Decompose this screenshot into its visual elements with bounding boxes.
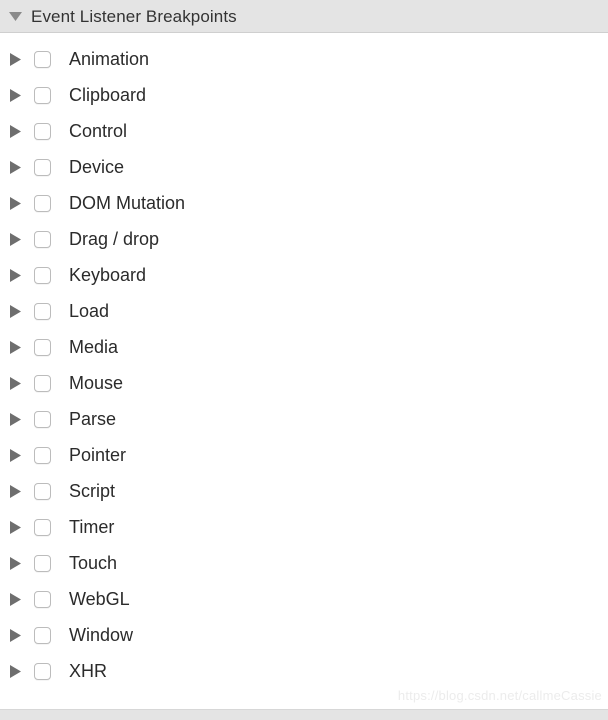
triangle-right-icon[interactable] [10, 52, 21, 66]
triangle-right-icon[interactable] [10, 268, 21, 282]
triangle-right-icon[interactable] [10, 448, 21, 462]
list-item[interactable]: WebGL [0, 581, 608, 617]
checkbox-unchecked-icon[interactable] [34, 86, 51, 104]
triangle-right-icon[interactable] [10, 124, 21, 138]
list-item-label: Control [69, 121, 128, 141]
triangle-right-icon[interactable] [10, 196, 21, 210]
checkbox-unchecked-icon[interactable] [34, 482, 51, 500]
list-item-label: Parse [69, 409, 117, 429]
event-listener-breakpoints-panel: Event Listener Breakpoints Animation Cli… [0, 0, 608, 720]
list-item[interactable]: Control [0, 113, 608, 149]
list-item-label: Animation [69, 49, 150, 69]
checkbox-unchecked-icon[interactable] [34, 410, 51, 428]
checkbox-unchecked-icon[interactable] [34, 518, 51, 536]
checkbox-unchecked-icon[interactable] [34, 158, 51, 176]
list-item-label: Device [69, 157, 125, 177]
checkbox-unchecked-icon[interactable] [34, 230, 51, 248]
list-item-label: Media [69, 337, 119, 357]
checkbox-unchecked-icon[interactable] [34, 626, 51, 644]
list-item-label: Window [69, 625, 134, 645]
triangle-right-icon[interactable] [10, 628, 21, 642]
list-item[interactable]: Parse [0, 401, 608, 437]
list-item[interactable]: Timer [0, 509, 608, 545]
list-item[interactable]: Animation [0, 41, 608, 77]
list-item-label: Timer [69, 517, 115, 537]
checkbox-unchecked-icon[interactable] [34, 662, 51, 680]
list-item-label: XHR [69, 661, 108, 681]
list-item[interactable]: Mouse [0, 365, 608, 401]
list-item[interactable]: Pointer [0, 437, 608, 473]
triangle-right-icon[interactable] [10, 484, 21, 498]
breakpoint-category-list: Animation Clipboard Control Device DOM M… [0, 41, 608, 689]
list-item[interactable]: Load [0, 293, 608, 329]
triangle-right-icon[interactable] [10, 520, 21, 534]
list-item-label: Mouse [69, 373, 124, 393]
triangle-down-icon[interactable] [9, 11, 22, 21]
checkbox-unchecked-icon[interactable] [34, 338, 51, 356]
checkbox-unchecked-icon[interactable] [34, 302, 51, 320]
checkbox-unchecked-icon[interactable] [34, 554, 51, 572]
triangle-right-icon[interactable] [10, 412, 21, 426]
checkbox-unchecked-icon[interactable] [34, 50, 51, 68]
triangle-right-icon[interactable] [10, 376, 21, 390]
list-item-label: Drag / drop [69, 229, 160, 249]
list-item-label: Touch [69, 553, 118, 573]
list-item[interactable]: Drag / drop [0, 221, 608, 257]
triangle-right-icon[interactable] [10, 304, 21, 318]
list-item-label: Pointer [69, 445, 127, 465]
list-item[interactable]: Keyboard [0, 257, 608, 293]
list-item-label: Load [69, 301, 110, 321]
list-item[interactable]: Touch [0, 545, 608, 581]
list-item[interactable]: Media [0, 329, 608, 365]
checkbox-unchecked-icon[interactable] [34, 374, 51, 392]
triangle-right-icon[interactable] [10, 88, 21, 102]
triangle-right-icon[interactable] [10, 340, 21, 354]
list-item[interactable]: Device [0, 149, 608, 185]
list-item[interactable]: DOM Mutation [0, 185, 608, 221]
list-item-label: Script [69, 481, 116, 501]
section-header-event-listener-breakpoints[interactable]: Event Listener Breakpoints [0, 0, 608, 33]
list-item-label: DOM Mutation [69, 193, 186, 213]
watermark-text: https://blog.csdn.net/callmeCassie [397, 688, 602, 703]
list-item-label: Keyboard [69, 265, 147, 285]
checkbox-unchecked-icon[interactable] [34, 590, 51, 608]
page-title: Event Listener Breakpoints [31, 6, 237, 26]
checkbox-unchecked-icon[interactable] [34, 266, 51, 284]
checkbox-unchecked-icon[interactable] [34, 446, 51, 464]
footer-bar [0, 709, 608, 720]
list-item-label: Clipboard [69, 85, 147, 105]
list-item[interactable]: Clipboard [0, 77, 608, 113]
list-item[interactable]: XHR [0, 653, 608, 689]
list-item[interactable]: Script [0, 473, 608, 509]
triangle-right-icon[interactable] [10, 664, 21, 678]
checkbox-unchecked-icon[interactable] [34, 122, 51, 140]
triangle-right-icon[interactable] [10, 232, 21, 246]
triangle-right-icon[interactable] [10, 160, 21, 174]
triangle-right-icon[interactable] [10, 556, 21, 570]
triangle-right-icon[interactable] [10, 592, 21, 606]
list-item-label: WebGL [69, 589, 130, 609]
checkbox-unchecked-icon[interactable] [34, 194, 51, 212]
list-item[interactable]: Window [0, 617, 608, 653]
